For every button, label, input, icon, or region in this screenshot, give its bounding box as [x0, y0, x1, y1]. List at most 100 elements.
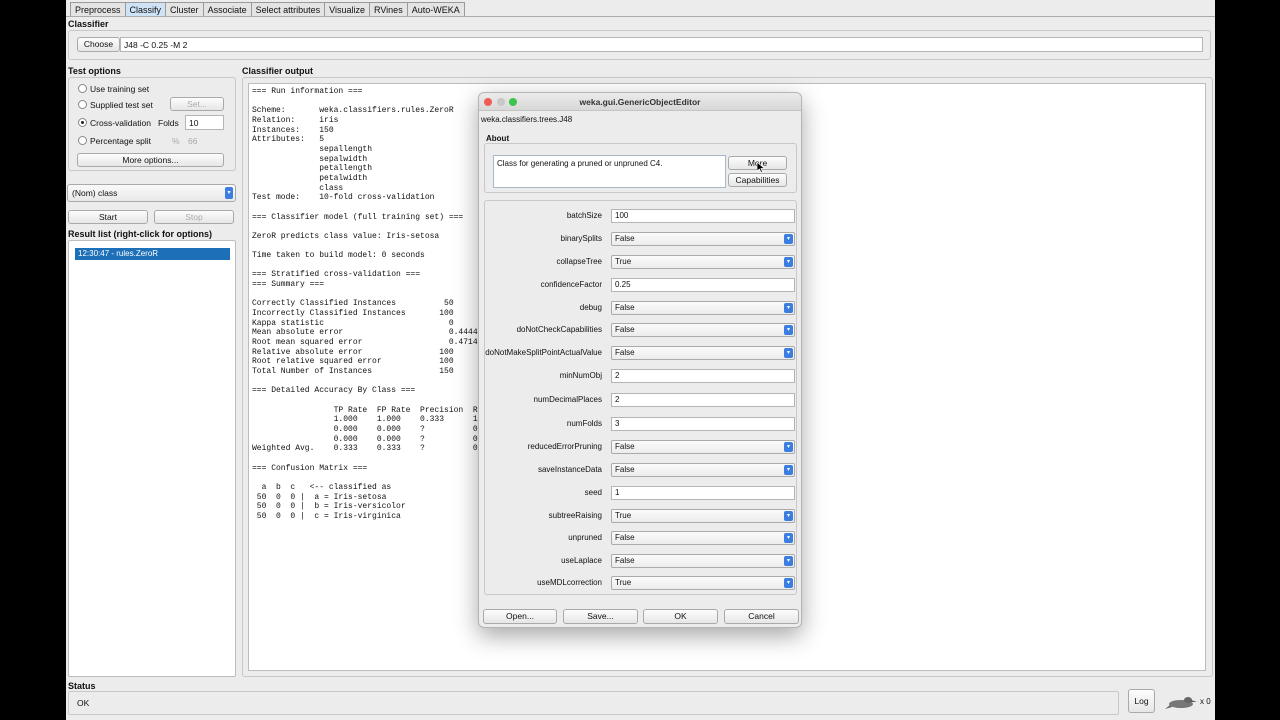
about-label: About	[486, 134, 510, 143]
classifier-section-label: Classifier	[68, 19, 109, 29]
percentage-split-label: Percentage split	[90, 136, 151, 146]
result-list[interactable]: 12:30:47 - rules.ZeroR	[68, 240, 236, 677]
chevron-down-icon: ▾	[225, 187, 233, 199]
tab-divider	[66, 16, 1215, 17]
property-label-saveinstancedata: saveInstanceData	[537, 465, 602, 474]
more-options-button[interactable]: More options...	[77, 153, 224, 167]
cancel-button[interactable]: Cancel	[724, 609, 799, 624]
property-select-saveinstancedata[interactable]: False ▾	[611, 463, 795, 477]
property-label-collapsetree: collapseTree	[556, 257, 602, 266]
zoom-window-icon[interactable]	[509, 98, 517, 106]
use-training-radio[interactable]	[78, 84, 87, 93]
property-select-subtreeraising[interactable]: True ▾	[611, 509, 795, 523]
property-select-value: True	[615, 511, 632, 520]
property-label-unpruned: unpruned	[568, 533, 602, 542]
percentage-input[interactable]: 66	[188, 136, 197, 146]
property-label-usemdlcorrection: useMDLcorrection	[537, 578, 602, 587]
property-select-value: True	[615, 578, 632, 587]
supplied-test-radio[interactable]	[78, 100, 87, 109]
stop-button[interactable]: Stop	[154, 210, 234, 224]
supplied-test-label: Supplied test set	[90, 100, 153, 110]
property-label-seed: seed	[584, 488, 602, 497]
tab-visualize[interactable]: Visualize	[324, 2, 370, 16]
property-label-reducederrorpruning: reducedErrorPruning	[527, 442, 602, 451]
property-label-batchsize: batchSize	[566, 211, 602, 220]
close-window-icon[interactable]	[484, 98, 492, 106]
task-count: x 0	[1200, 697, 1211, 706]
chevron-down-icon: ▾	[784, 442, 793, 452]
tab-associate[interactable]: Associate	[202, 2, 252, 16]
property-field-minnumobj[interactable]: 2	[611, 369, 795, 383]
class-select[interactable]: (Nom) class ▾	[67, 184, 236, 202]
property-select-value: False	[615, 325, 635, 334]
classifier-output-text: === Run information === Scheme: weka.cla…	[252, 87, 492, 521]
property-field-confidencefactor[interactable]: 0.25	[611, 278, 795, 292]
property-select-donotmakesplitpointactualvalue[interactable]: False ▾	[611, 346, 795, 360]
minimize-window-icon[interactable]	[497, 98, 505, 106]
property-select-uselaplace[interactable]: False ▾	[611, 554, 795, 568]
property-select-value: True	[615, 257, 632, 266]
property-label-donotmakesplitpointactualvalue: doNotMakeSplitPointActualValue	[485, 348, 602, 357]
tab-auto-weka[interactable]: Auto-WEKA	[406, 2, 465, 16]
property-label-minnumobj: minNumObj	[559, 371, 602, 380]
folds-input[interactable]: 10	[185, 115, 224, 130]
property-select-binarysplits[interactable]: False ▾	[611, 232, 795, 246]
chevron-down-icon: ▾	[784, 556, 793, 566]
test-options-label: Test options	[68, 66, 121, 76]
ok-button[interactable]: OK	[643, 609, 718, 624]
property-field-numdecimalplaces[interactable]: 2	[611, 393, 795, 407]
property-label-subtreeraising: subtreeRaising	[548, 511, 602, 520]
property-label-confidencefactor: confidenceFactor	[540, 280, 602, 289]
chevron-down-icon: ▾	[784, 234, 793, 244]
property-select-collapsetree[interactable]: True ▾	[611, 255, 795, 269]
property-select-value: False	[615, 348, 635, 357]
property-field-seed[interactable]: 1	[611, 486, 795, 500]
property-select-donotcheckcapabilities[interactable]: False ▾	[611, 323, 795, 337]
property-select-value: False	[615, 533, 635, 542]
property-label-numdecimalplaces: numDecimalPlaces	[533, 395, 602, 404]
tab-preprocess[interactable]: Preprocess	[70, 2, 126, 16]
chevron-down-icon: ▾	[784, 325, 793, 335]
status-bar: OK	[68, 691, 1119, 715]
start-button[interactable]: Start	[68, 210, 148, 224]
percentage-split-radio[interactable]	[78, 136, 87, 145]
classifier-spec-field[interactable]: J48 -C 0.25 -M 2	[120, 37, 1203, 52]
property-select-reducederrorpruning[interactable]: False ▾	[611, 440, 795, 454]
log-button[interactable]: Log	[1128, 689, 1155, 713]
tab-bar: Preprocess Classify Cluster Associate Se…	[70, 2, 465, 16]
property-select-unpruned[interactable]: False ▾	[611, 531, 795, 545]
percent-symbol: %	[172, 136, 180, 146]
status-text: OK	[77, 698, 90, 708]
choose-button[interactable]: Choose	[77, 37, 120, 52]
folds-label: Folds	[158, 118, 179, 128]
dialog-titlebar: weka.gui.GenericObjectEditor	[479, 93, 801, 111]
property-field-numfolds[interactable]: 3	[611, 417, 795, 431]
property-field-batchsize[interactable]: 100	[611, 209, 795, 223]
property-select-debug[interactable]: False ▾	[611, 301, 795, 315]
chevron-down-icon: ▾	[784, 511, 793, 521]
result-list-item[interactable]: 12:30:47 - rules.ZeroR	[75, 248, 230, 260]
about-text: Class for generating a pruned or unprune…	[493, 155, 726, 188]
capabilities-button[interactable]: Capabilities	[728, 173, 787, 187]
property-label-numfolds: numFolds	[566, 419, 602, 428]
tab-cluster[interactable]: Cluster	[165, 2, 204, 16]
dialog-title: weka.gui.GenericObjectEditor	[579, 97, 701, 107]
property-label-uselaplace: useLaplace	[561, 556, 602, 565]
status-label: Status	[68, 681, 96, 691]
cross-validation-radio[interactable]	[78, 118, 87, 127]
set-button[interactable]: Set...	[170, 97, 224, 111]
property-select-usemdlcorrection[interactable]: True ▾	[611, 576, 795, 590]
chevron-down-icon: ▾	[784, 348, 793, 358]
use-training-label: Use training set	[90, 84, 150, 94]
class-select-value: (Nom) class	[72, 188, 118, 198]
weka-bird-icon[interactable]	[1164, 693, 1198, 711]
open-button[interactable]: Open...	[483, 609, 557, 624]
save-button[interactable]: Save...	[563, 609, 638, 624]
cross-validation-label: Cross-validation	[90, 118, 151, 128]
chevron-down-icon: ▾	[784, 257, 793, 267]
generic-object-editor-dialog: weka.gui.GenericObjectEditor weka.classi…	[478, 92, 802, 628]
tab-classify[interactable]: Classify	[124, 2, 167, 16]
chevron-down-icon: ▾	[784, 465, 793, 475]
tab-select-attributes[interactable]: Select attributes	[250, 2, 326, 16]
tab-rvines[interactable]: RVines	[369, 2, 408, 16]
